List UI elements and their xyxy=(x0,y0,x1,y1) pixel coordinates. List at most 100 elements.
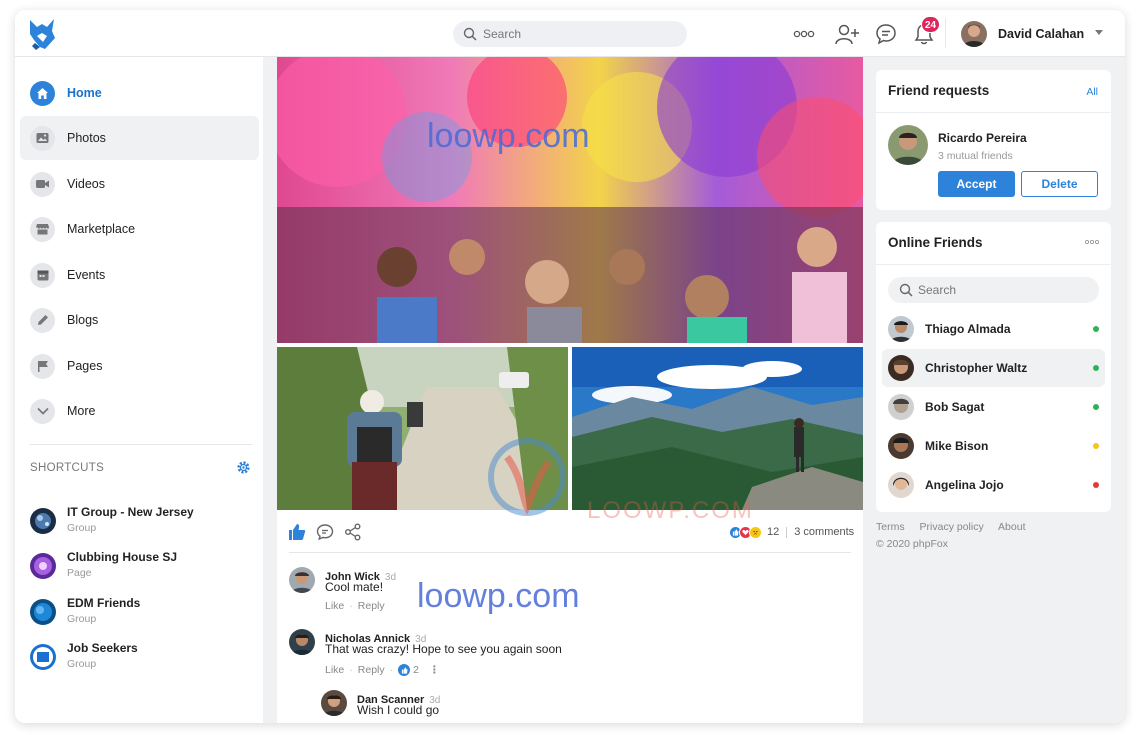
online-friend-item[interactable]: Mike Bison xyxy=(882,427,1105,465)
nav-videos[interactable]: Videos xyxy=(20,162,259,206)
commenter-avatar[interactable] xyxy=(289,629,315,655)
share-icon[interactable] xyxy=(343,522,363,542)
user-menu-caret-icon[interactable] xyxy=(1095,30,1103,35)
post-photo-main[interactable] xyxy=(277,57,863,343)
comment-reply-link[interactable]: Reply xyxy=(358,600,385,612)
online-friend-item[interactable]: Christopher Waltz xyxy=(882,349,1105,387)
about-link[interactable]: About xyxy=(998,521,1025,533)
like-icon[interactable] xyxy=(287,522,307,542)
friend-avatar xyxy=(888,355,914,381)
mutual-friends-count: 3 mutual friends xyxy=(938,150,1013,162)
shortcut-item[interactable]: IT Group - New Jersey Group xyxy=(30,505,260,539)
nav-events[interactable]: Events xyxy=(20,253,259,297)
chevron-down-icon xyxy=(30,398,55,424)
notification-count-badge: 24 xyxy=(921,16,941,33)
shortcut-avatar xyxy=(30,553,56,579)
friend-avatar xyxy=(888,472,914,498)
reaction-summary[interactable]: 12 3 comments xyxy=(729,524,854,540)
comment-like-count: 2 xyxy=(413,664,419,676)
friend-name: Christopher Waltz xyxy=(925,361,1028,375)
post-photo-mountain[interactable] xyxy=(572,347,863,510)
shortcut-item[interactable]: EDM Friends Group xyxy=(30,596,260,630)
shortcut-type: Group xyxy=(67,613,97,625)
friends-search-input[interactable] xyxy=(918,277,1088,303)
search-bar[interactable] xyxy=(453,21,687,47)
friend-name: Thiago Almada xyxy=(925,322,1011,336)
comment-options-icon[interactable]: ⋮ xyxy=(429,664,440,676)
friend-avatar xyxy=(888,394,914,420)
comment-like-link[interactable]: Like xyxy=(325,600,344,612)
meta-dot: · xyxy=(389,664,394,676)
comment-reply-link[interactable]: Reply xyxy=(358,664,385,676)
nav-pages[interactable]: Pages xyxy=(20,344,259,388)
friends-search-bar[interactable] xyxy=(888,277,1099,303)
comment: Nicholas Annick 3d That was crazy! Hope t… xyxy=(289,629,849,679)
friend-name: Angelina Jojo xyxy=(925,478,1004,492)
app-window: 24 David Calahan Home Photos xyxy=(15,10,1125,723)
comment: John Wick 3d Cool mate! Like · Reply xyxy=(289,567,789,617)
watermark-text: loowp.com xyxy=(427,117,590,155)
nav-blogs[interactable]: Blogs xyxy=(20,298,259,342)
shortcuts-title: SHORTCUTS xyxy=(30,462,105,474)
nav-label: Photos xyxy=(67,131,106,145)
online-friend-item[interactable]: Angelina Jojo xyxy=(882,466,1105,504)
search-icon xyxy=(899,283,913,297)
nav-home[interactable]: Home xyxy=(20,71,259,115)
nav-label: More xyxy=(67,404,96,418)
online-friends-title: Online Friends xyxy=(888,235,983,250)
messages-icon[interactable] xyxy=(873,21,899,47)
sidebar-divider xyxy=(30,444,252,445)
sad-reaction-icon xyxy=(749,525,762,539)
topbar-divider xyxy=(945,18,946,48)
post-feed: loowp.com LOOWP.COM loowp.com 12 3 comme… xyxy=(277,57,863,723)
reaction-divider xyxy=(786,526,788,538)
gear-icon[interactable] xyxy=(236,460,251,475)
user-menu[interactable]: David Calahan xyxy=(961,20,1084,48)
comment-text: Cool mate! xyxy=(325,580,384,594)
footer-links: Terms Privacy policy About xyxy=(876,521,1038,533)
photo-icon xyxy=(30,125,55,151)
more-options-icon[interactable] xyxy=(1085,239,1099,245)
nav-photos[interactable]: Photos xyxy=(20,116,259,160)
online-friend-item[interactable]: Thiago Almada xyxy=(882,310,1105,348)
away-status-dot xyxy=(1093,443,1099,449)
friend-requests-all-link[interactable]: All xyxy=(1086,86,1098,98)
shortcut-avatar xyxy=(30,644,56,670)
comment-like-link[interactable]: Like xyxy=(325,664,344,676)
accept-button[interactable]: Accept xyxy=(938,171,1015,197)
privacy-policy-link[interactable]: Privacy policy xyxy=(920,521,984,533)
shortcut-type: Group xyxy=(67,522,97,534)
meta-dot: · xyxy=(349,600,353,612)
search-input[interactable] xyxy=(483,21,678,47)
requester-avatar[interactable] xyxy=(888,125,928,165)
delete-button[interactable]: Delete xyxy=(1021,171,1098,197)
nav-more[interactable]: More xyxy=(20,389,259,433)
requester-name[interactable]: Ricardo Pereira xyxy=(938,131,1027,145)
terms-link[interactable]: Terms xyxy=(876,521,905,533)
add-friend-icon[interactable] xyxy=(834,21,860,47)
online-status-dot xyxy=(1093,365,1099,371)
nav-label: Events xyxy=(67,268,106,282)
online-status-dot xyxy=(1093,326,1099,332)
reaction-count: 12 xyxy=(767,526,780,538)
nav-label: Marketplace xyxy=(67,222,136,236)
user-name: David Calahan xyxy=(998,27,1085,41)
comment-icon[interactable] xyxy=(315,522,335,542)
fox-logo-icon[interactable] xyxy=(27,16,57,52)
video-icon xyxy=(30,171,55,197)
more-menu-icon[interactable] xyxy=(791,21,817,47)
online-friend-item[interactable]: Bob Sagat xyxy=(882,388,1105,426)
copyright-text: © 2020 phpFox xyxy=(876,538,948,550)
shortcut-type: Group xyxy=(67,658,97,670)
commenter-avatar[interactable] xyxy=(321,690,347,716)
friend-name: Mike Bison xyxy=(925,439,989,453)
shortcut-item[interactable]: Job Seekers Group xyxy=(30,641,260,675)
commenter-avatar[interactable] xyxy=(289,567,315,593)
card-divider xyxy=(876,112,1111,113)
watermark-logo-icon xyxy=(487,437,567,517)
nav-marketplace[interactable]: Marketplace xyxy=(20,207,259,251)
shortcut-item[interactable]: Clubbing House SJ Page xyxy=(30,550,260,584)
shortcut-name: Clubbing House SJ xyxy=(67,550,178,564)
comments-count-link[interactable]: 3 comments xyxy=(794,526,854,538)
home-icon xyxy=(30,80,55,106)
